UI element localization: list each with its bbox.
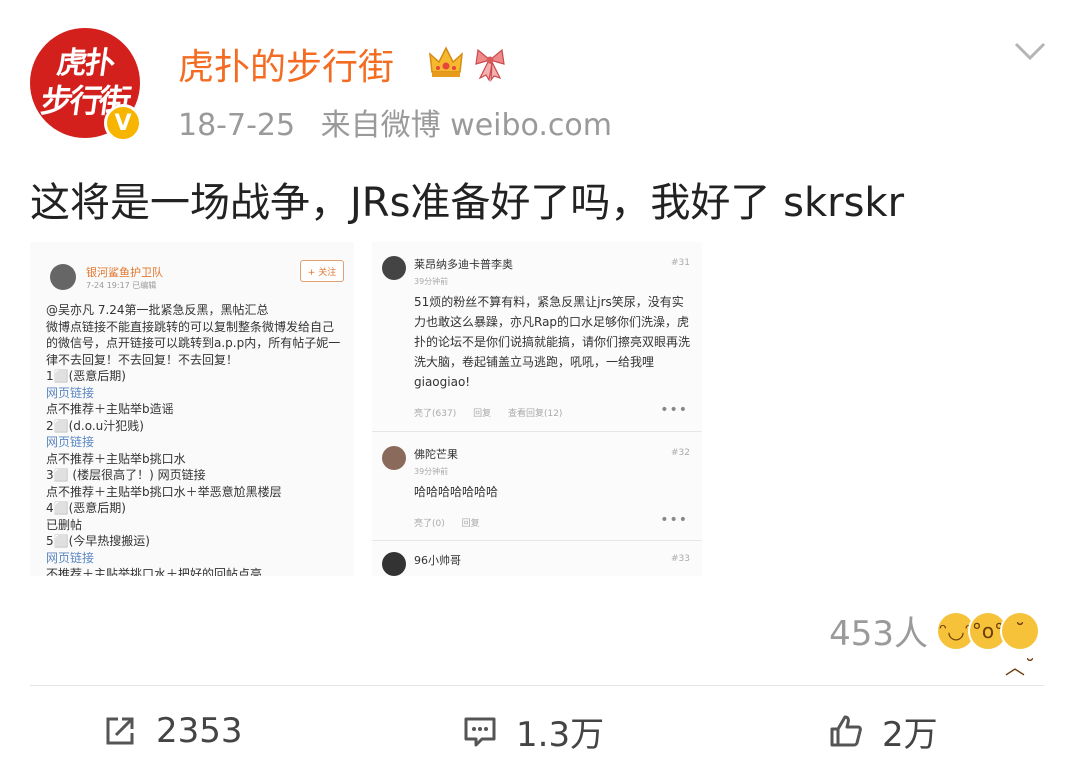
comment-reply: 回复 xyxy=(461,519,480,529)
post-image-2[interactable]: 莱昂纳多迪卡普李奥 #31 39分钟前 51烦的粉丝不算有料，紧急反黑让jrs笑… xyxy=(372,242,702,576)
share-icon xyxy=(106,717,134,745)
comment-actions: 亮了(0) 回复 xyxy=(414,516,494,529)
web-link[interactable]: 网页链接 xyxy=(46,385,346,402)
comment-reply: 回复 xyxy=(473,409,492,419)
comment-likes: 亮了(637) xyxy=(414,409,457,419)
web-link[interactable]: 网页链接 xyxy=(46,550,346,567)
reactions-summary[interactable]: 453人 ᵔ◡ᵔ °o° ˘︿˘ xyxy=(829,606,1040,679)
comment-user: 佛陀芒果 xyxy=(414,448,458,461)
comment-text: 哈哈哈哈哈哈哈 xyxy=(414,485,499,499)
comment-time: 39分钟前 xyxy=(414,277,449,286)
like-button[interactable]: 2万 xyxy=(826,706,938,756)
repost-count: 2353 xyxy=(156,711,243,751)
comment-user: 莱昂纳多迪卡普李奥 xyxy=(414,258,513,271)
text-line: @吴亦凡 7.24第一批紧急反黑，黑帖汇总 xyxy=(46,303,269,317)
verified-badge-icon: V xyxy=(104,104,142,142)
avatar xyxy=(382,552,406,576)
avatar-text-line1: 虎扑 xyxy=(54,46,116,81)
more-icon: ••• xyxy=(660,402,688,418)
text-line: 微博点链接不能直接跳转的可以复制整条微博发给自己 xyxy=(46,319,335,334)
image1-user-name: 银河鲨鱼护卫队 xyxy=(86,266,163,279)
post-text: 这将是一场战争，JRs准备好了吗，我好了 skrskr xyxy=(30,180,905,226)
avatar xyxy=(50,264,76,290)
like-count: 2万 xyxy=(882,714,938,755)
thumbs-up-icon xyxy=(830,715,862,747)
comment-count: 1.3万 xyxy=(516,714,605,755)
comment-floor: #32 xyxy=(671,448,690,458)
text-line: 1⬜(恶意后期) xyxy=(46,369,126,383)
post-meta: 18-7-25 来自微博 weibo.com xyxy=(178,100,628,144)
comment-likes: 亮了(0) xyxy=(414,519,445,529)
text-line: 的微信号，点开链接可以跳转到a.p.p内，所有帖子妮一 xyxy=(46,336,341,350)
avatar xyxy=(382,446,406,470)
comment-user: 96小帅哥 xyxy=(414,554,461,567)
follow-button: + 关注 xyxy=(300,260,344,282)
text-line: 5⬜(今早热搜搬运) xyxy=(46,534,150,548)
post-date: 18-7-25 xyxy=(178,108,296,143)
text-line: 点不推荐＋主贴举b造谣 xyxy=(46,402,174,416)
avatar xyxy=(382,256,406,280)
crown-icon xyxy=(429,46,463,77)
image1-date: 7-24 19:17 已编辑 xyxy=(86,281,157,290)
repost-button[interactable]: 2353 xyxy=(100,706,243,756)
text-line: 点不推荐＋主贴举b挑口水＋举恶意尬黑楼层 xyxy=(46,484,282,499)
user-name[interactable]: 虎扑的步行街 xyxy=(178,38,394,90)
text-line: 3⬜ (楼层很高了！) 网页链接 xyxy=(46,468,206,482)
post-image-1[interactable]: 银河鲨鱼护卫队 7-24 19:17 已编辑 + 关注 @吴亦凡 7.24第一批… xyxy=(30,242,354,576)
text-line: 律不去回复！不去回复！不去回复！ xyxy=(46,352,239,367)
text-line: 不推荐＋主贴举挑口水＋把好的回帖点亮 xyxy=(46,567,263,576)
image1-body: @吴亦凡 7.24第一批紧急反黑，黑帖汇总微博点链接不能直接跳转的可以复制整条微… xyxy=(46,302,346,576)
comment-actions: 亮了(637) 回复 查看回复(12) xyxy=(414,406,576,419)
comment-text: 51烦的粉丝不算有料，紧急反黑让jrs笑尿，没有实力也敢这么暴躁，亦凡Rap的口… xyxy=(414,295,691,389)
post-source: 来自微博 weibo.com xyxy=(320,108,612,143)
text-line: 已删帖 xyxy=(46,517,83,532)
sad-emoji-icon: ˘︿˘ xyxy=(1000,610,1040,679)
chevron-down-icon[interactable] xyxy=(1010,36,1050,66)
comment-time: 39分钟前 xyxy=(414,467,449,476)
text-line: 4⬜(恶意后期) xyxy=(46,501,126,515)
divider xyxy=(30,685,1044,686)
comment-view-replies: 查看回复(12) xyxy=(507,409,563,419)
divider xyxy=(372,431,702,432)
ribbon-icon xyxy=(475,48,505,82)
divider xyxy=(372,540,702,541)
reaction-count: 453人 xyxy=(829,614,928,654)
text-line: 2⬜(d.o.u汁犯贱) xyxy=(46,418,144,433)
web-link[interactable]: 网页链接 xyxy=(46,434,346,451)
more-icon: ••• xyxy=(660,512,688,528)
comment-icon xyxy=(464,717,496,747)
comment-floor: #33 xyxy=(671,554,690,564)
comment-button[interactable]: 1.3万 xyxy=(460,706,604,756)
text-line: 点不推荐＋主贴举b挑口水 xyxy=(46,451,186,466)
comment-floor: #31 xyxy=(671,258,690,268)
